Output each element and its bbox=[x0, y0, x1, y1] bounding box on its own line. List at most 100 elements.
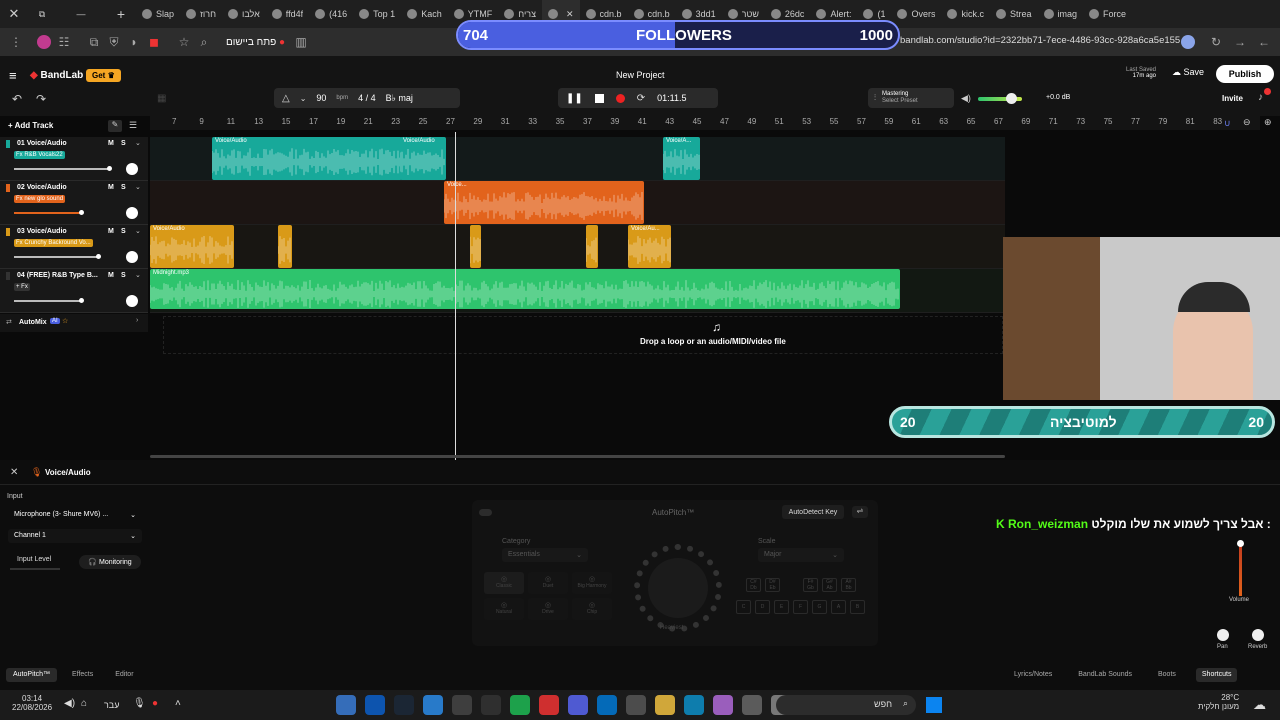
panel-link[interactable]: Shortcuts bbox=[1195, 668, 1238, 682]
scale-note[interactable]: D bbox=[755, 600, 770, 614]
browser-tab[interactable]: imag bbox=[1038, 0, 1084, 28]
chevron-down-icon[interactable]: ⌄ bbox=[300, 94, 307, 103]
restore-icon[interactable]: ⧉ bbox=[28, 0, 56, 28]
track-expand-icon[interactable]: ⌄ bbox=[135, 139, 141, 147]
reverb-knob[interactable] bbox=[1252, 629, 1264, 641]
record-icon[interactable] bbox=[615, 93, 625, 103]
audio-clip[interactable]: Voice/Au... bbox=[628, 225, 671, 268]
mastering-button[interactable]: ⫶ Mastering Select Preset bbox=[868, 88, 954, 108]
browser-tab[interactable]: Force bbox=[1083, 0, 1132, 28]
redo-icon[interactable]: ↷ bbox=[36, 92, 46, 106]
track-name[interactable]: 03 Voice/Audio bbox=[17, 228, 67, 235]
track-lane[interactable]: Voice/Audio Voice/Audio Voice/A... bbox=[150, 137, 1005, 181]
scale-note[interactable]: A bbox=[831, 600, 846, 614]
pause-icon[interactable]: ❚❚ bbox=[566, 93, 583, 104]
panel-link[interactable]: BandLab Sounds bbox=[1072, 668, 1138, 682]
panel-tab[interactable]: Editor bbox=[108, 668, 140, 682]
browser-tab[interactable]: ffd4f bbox=[266, 0, 309, 28]
get-button[interactable]: Get ♛ bbox=[86, 69, 121, 82]
audio-clip[interactable]: Voice/Audio bbox=[150, 225, 234, 268]
track-settings-icon[interactable]: ☰ bbox=[129, 120, 137, 131]
scale-note-sharp[interactable]: D# Eb bbox=[765, 578, 780, 592]
speaker-icon[interactable]: ◀) bbox=[961, 93, 971, 104]
bandlab-logo[interactable]: ◆ BandLab bbox=[30, 70, 83, 81]
track-fx-badge[interactable]: Fx new glo sound bbox=[14, 195, 66, 203]
track-lane[interactable]: Voice/Audio Voice/Au... bbox=[150, 225, 1005, 269]
pan-knob[interactable] bbox=[1217, 629, 1229, 641]
scale-note[interactable]: C bbox=[736, 600, 751, 614]
bookmark-star-icon[interactable]: ☆ bbox=[174, 32, 194, 52]
track-expand-icon[interactable]: ⌄ bbox=[135, 183, 141, 191]
browser-tab[interactable]: Slap bbox=[136, 0, 180, 28]
pencil-tool-icon[interactable]: ✎ bbox=[108, 120, 122, 132]
drop-zone[interactable]: ♫ Drop a loop or an audio/MIDI/video fil… bbox=[163, 316, 1003, 354]
mute-button[interactable]: M bbox=[108, 184, 114, 191]
browser-tab[interactable]: (416 bbox=[309, 0, 353, 28]
mic-icon[interactable] bbox=[1178, 32, 1198, 52]
tab-close-icon[interactable]: ✕ bbox=[566, 9, 574, 20]
url-bar[interactable]: bandlab.com/studio?id=2322bb71-7ece-4486… bbox=[900, 35, 1180, 46]
photoshop-icon[interactable] bbox=[365, 695, 385, 715]
track-fx-badge[interactable]: Fx Crunchy Backround Vo... bbox=[14, 239, 93, 247]
notepad-icon[interactable] bbox=[423, 695, 443, 715]
forward-icon[interactable]: → bbox=[1230, 32, 1250, 52]
automix-row[interactable]: ⇄ AutoMix AI ☆ › bbox=[0, 314, 148, 332]
sliders-icon[interactable]: ⇌ bbox=[852, 506, 868, 518]
taskbar-search[interactable]: חפש ⌕ bbox=[776, 695, 916, 715]
file-explorer-icon[interactable] bbox=[655, 695, 675, 715]
mute-button[interactable]: M bbox=[108, 228, 114, 235]
audio-clip[interactable] bbox=[586, 225, 598, 268]
minimize-icon[interactable]: — bbox=[56, 0, 106, 28]
effect-preset-button[interactable]: ◎ Big Harmony bbox=[572, 572, 612, 594]
browser-tab[interactable]: Kach bbox=[401, 0, 448, 28]
audio-clip[interactable] bbox=[470, 225, 481, 268]
track-volume-slider[interactable] bbox=[14, 256, 98, 258]
track-name[interactable]: 04 (FREE) R&B Type B... bbox=[17, 272, 98, 279]
audio-clip[interactable]: Voice... bbox=[444, 181, 644, 224]
autopitch-toggle[interactable] bbox=[479, 509, 492, 516]
speaker-tray-icon[interactable]: ◀) bbox=[64, 698, 75, 709]
track-header[interactable]: 03 Voice/Audio Fx Crunchy Backround Vo...… bbox=[0, 225, 148, 269]
audio-clip[interactable] bbox=[278, 225, 292, 268]
track-volume-handle[interactable] bbox=[79, 210, 84, 215]
track-volume-slider[interactable] bbox=[14, 300, 81, 302]
category-select[interactable]: Essentials ⌄ bbox=[502, 548, 588, 562]
track-lane[interactable]: Voice... bbox=[150, 181, 1005, 225]
tempo-box[interactable]: △ ⌄ 90 bpm 4 / 4 B♭ maj bbox=[274, 88, 460, 108]
solo-button[interactable]: S bbox=[121, 272, 126, 279]
effect-preset-button[interactable]: ◎ Classic bbox=[484, 572, 524, 594]
panel-link[interactable]: Boots bbox=[1152, 668, 1182, 682]
sound-icon[interactable]: ◗ bbox=[124, 32, 144, 52]
mute-button[interactable]: M bbox=[108, 140, 114, 147]
search-icon[interactable]: ⌕ bbox=[194, 32, 214, 52]
hamburger-menu-icon[interactable]: ≡ bbox=[9, 68, 17, 83]
tempo-value[interactable]: 90 bbox=[316, 93, 326, 103]
mail-icon[interactable] bbox=[597, 695, 617, 715]
start-button[interactable] bbox=[926, 697, 942, 713]
zoom-out-icon[interactable]: ⊖ bbox=[1243, 117, 1251, 128]
new-tab-icon[interactable]: + bbox=[106, 0, 136, 28]
track-header[interactable]: 04 (FREE) R&B Type B... + Fx M S ⌄ bbox=[0, 269, 148, 313]
project-title[interactable]: New Project bbox=[616, 70, 665, 80]
effect-preset-button[interactable]: ◎ Chip bbox=[572, 598, 612, 620]
stop-icon[interactable] bbox=[594, 93, 604, 103]
channel-select[interactable]: Channel 1 ⌄ bbox=[8, 529, 142, 543]
monitoring-button[interactable]: 🎧 Monitoring bbox=[79, 555, 141, 569]
scale-note[interactable]: G bbox=[812, 600, 827, 614]
browser-tab[interactable]: חרוז bbox=[180, 0, 222, 28]
track-name[interactable]: 01 Voice/Audio bbox=[17, 140, 67, 147]
chevron-right-icon[interactable]: › bbox=[136, 317, 138, 324]
store-icon[interactable] bbox=[626, 695, 646, 715]
steam-icon[interactable] bbox=[394, 695, 414, 715]
track-pan-knob[interactable] bbox=[126, 295, 138, 307]
track-volume-slider[interactable] bbox=[14, 212, 81, 214]
weather-icon[interactable]: ☁ bbox=[1253, 697, 1266, 713]
discord-icon[interactable] bbox=[568, 695, 588, 715]
invite-button[interactable]: Invite bbox=[1222, 94, 1243, 103]
mute-button[interactable]: M bbox=[108, 272, 114, 279]
calculator-icon[interactable] bbox=[336, 695, 356, 715]
reload-icon[interactable]: ↻ bbox=[1206, 32, 1226, 52]
reader-icon[interactable]: ▥ bbox=[291, 32, 311, 52]
scale-note[interactable]: F bbox=[793, 600, 808, 614]
zoom-in-icon[interactable]: ⊕ bbox=[1264, 117, 1272, 128]
